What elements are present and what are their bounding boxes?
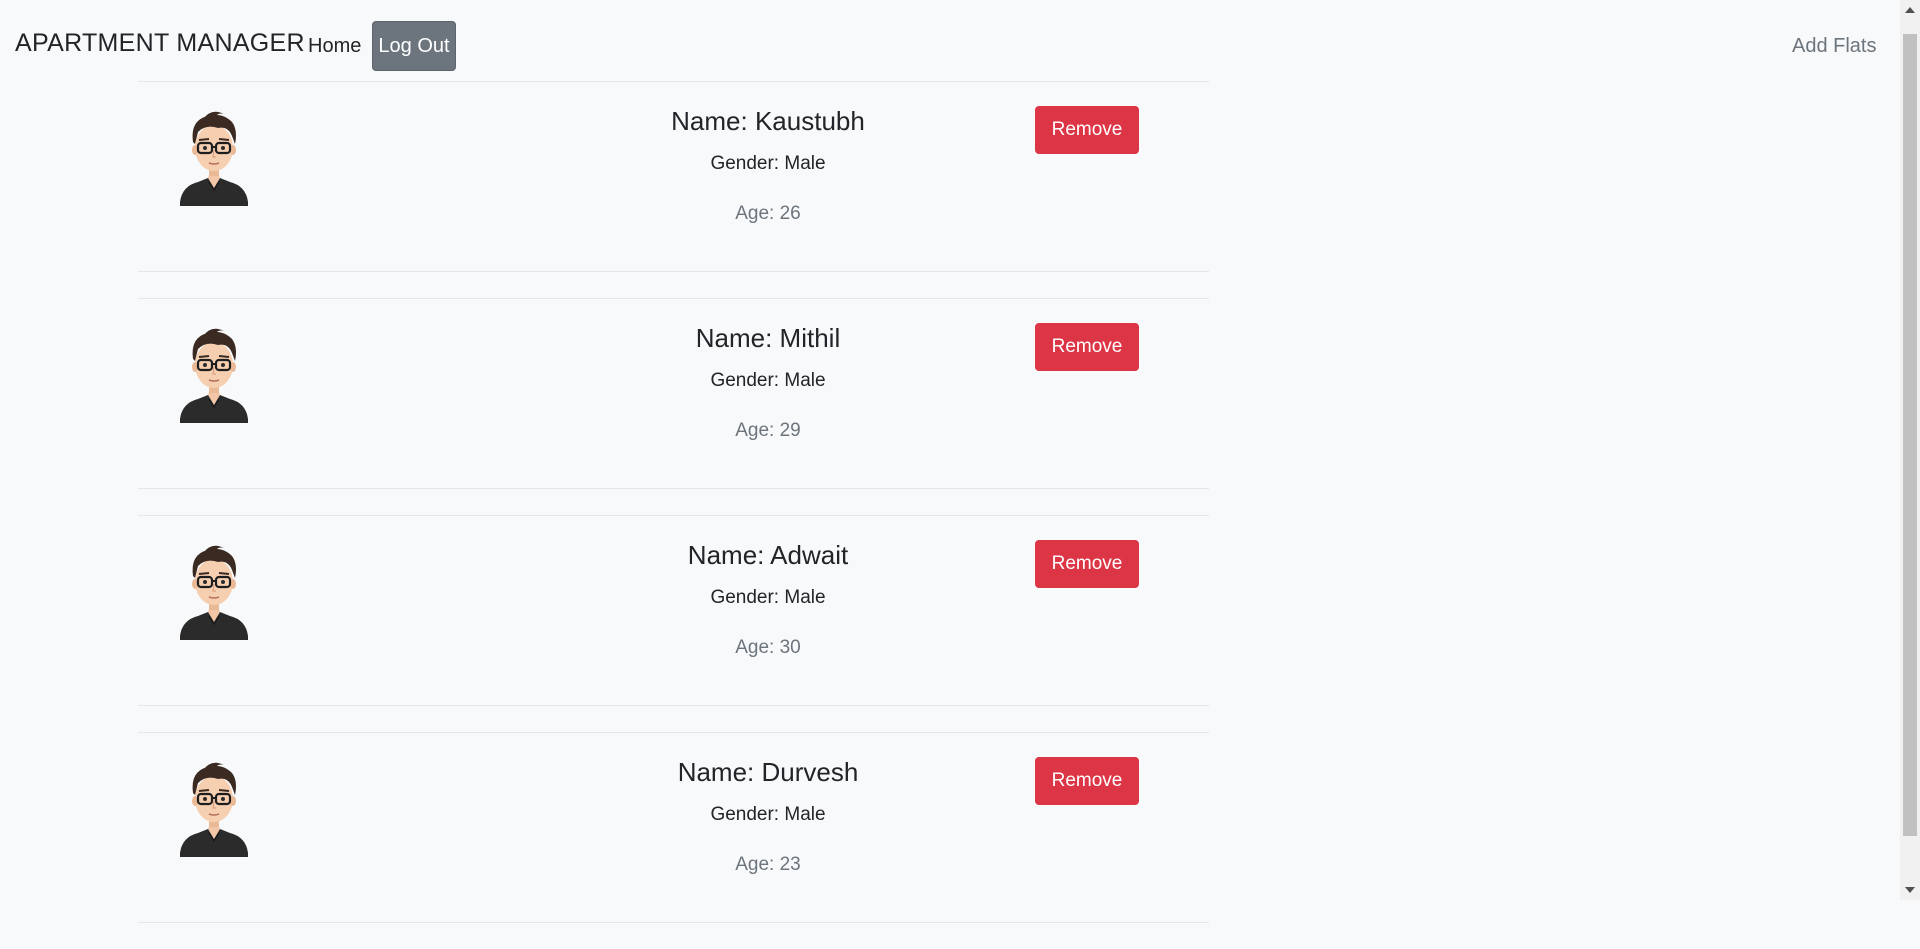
add-flats-link[interactable]: Add Flats [1792, 35, 1876, 58]
resident-age: Age: 30 [735, 637, 801, 658]
logout-button[interactable]: Log Out [372, 21, 456, 71]
remove-button[interactable]: Remove [1035, 757, 1139, 805]
user-avatar-icon [180, 328, 248, 423]
resident-age: Age: 23 [735, 854, 801, 875]
scroll-up-icon[interactable] [1905, 7, 1915, 13]
resident-gender: Gender: Male [710, 370, 826, 391]
resident-name: Name: Adwait [687, 540, 849, 570]
scroll-thumb[interactable] [1903, 34, 1917, 836]
resident-card: Name: Adwait Gender: Male Age: 30 Remove [138, 515, 1209, 706]
user-avatar-icon [180, 111, 248, 206]
resident-card: Name: Mithil Gender: Male Age: 29 Remove [138, 298, 1209, 489]
resident-list: Name: Kaustubh Gender: Male Age: 26 Remo… [138, 81, 1209, 949]
resident-age: Age: 29 [735, 420, 801, 441]
remove-button[interactable]: Remove [1035, 323, 1139, 371]
nav-home-link[interactable]: Home [308, 35, 361, 58]
user-avatar-icon [180, 545, 248, 640]
resident-name: Name: Mithil [695, 323, 841, 353]
navbar: APARTMENT MANAGER Home Log Out Add Flats [0, 0, 1900, 82]
brand-title[interactable]: APARTMENT MANAGER [15, 29, 305, 58]
vertical-scrollbar[interactable] [1900, 0, 1920, 900]
resident-card: Name: Kaustubh Gender: Male Age: 26 Remo… [138, 81, 1209, 272]
resident-gender: Gender: Male [710, 153, 826, 174]
resident-name: Name: Durvesh [677, 757, 859, 787]
resident-age: Age: 26 [735, 203, 801, 224]
resident-gender: Gender: Male [710, 804, 826, 825]
resident-gender: Gender: Male [710, 587, 826, 608]
scroll-down-icon[interactable] [1905, 887, 1915, 893]
user-avatar-icon [180, 762, 248, 857]
remove-button[interactable]: Remove [1035, 106, 1139, 154]
remove-button[interactable]: Remove [1035, 540, 1139, 588]
resident-card: Name: Durvesh Gender: Male Age: 23 Remov… [138, 732, 1209, 923]
resident-name: Name: Kaustubh [671, 106, 865, 136]
